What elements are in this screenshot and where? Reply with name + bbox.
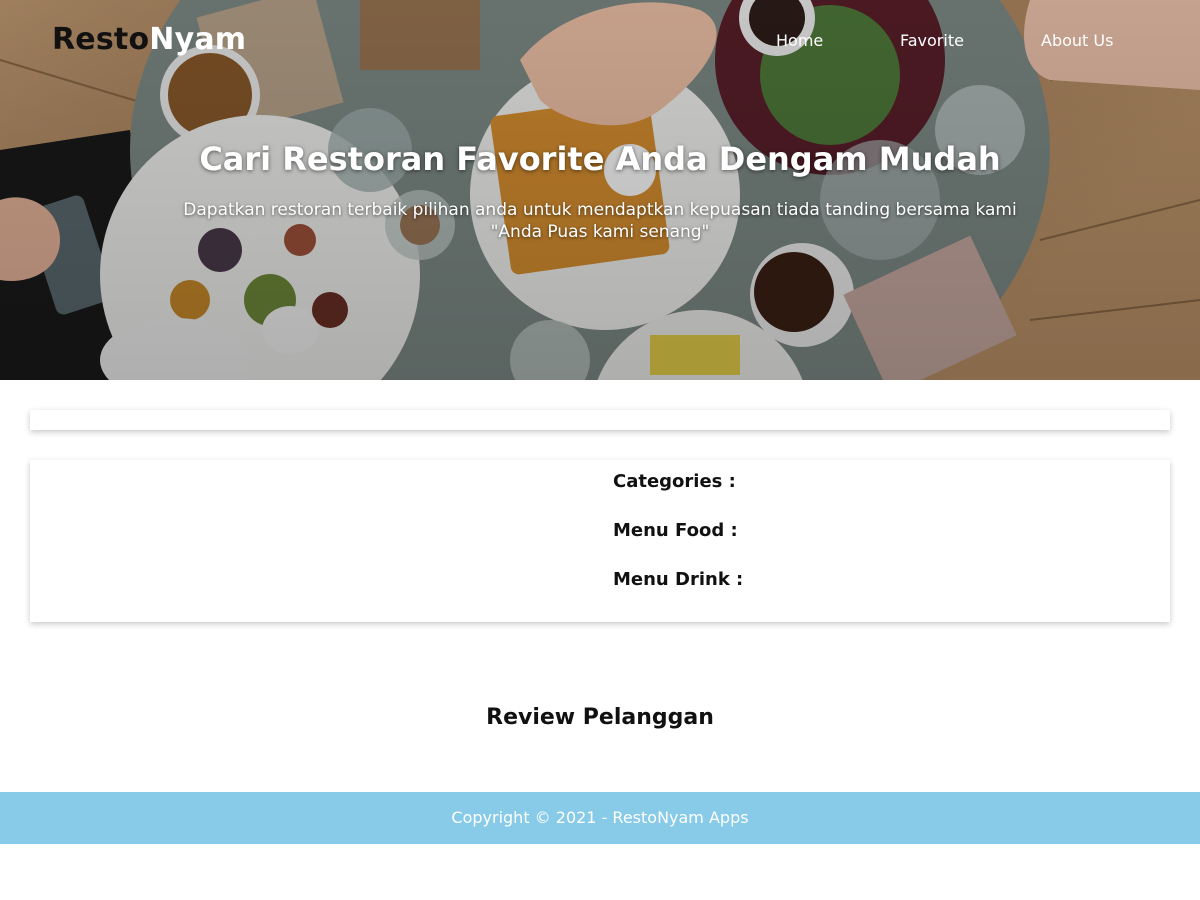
hero-banner: RestoNyam Home Favorite About Us Cari Re…	[0, 0, 1200, 380]
copyright-text: Copyright © 2021 - RestoNyam Apps	[451, 808, 749, 827]
top-navbar: RestoNyam Home Favorite About Us	[0, 0, 1200, 80]
hero-subtitle-line-2: "Anda Puas kami senang"	[490, 222, 710, 242]
logo-part-nyam: Nyam	[149, 22, 247, 57]
nav-link-home[interactable]: Home	[776, 31, 823, 51]
restaurant-detail-card: Categories : Menu Food : Menu Drink :	[30, 460, 1170, 622]
menu-drink-label: Menu Drink :	[613, 569, 744, 590]
hero-subtitle-line-1: Dapatkan restoran terbaik pilihan anda u…	[183, 200, 1017, 220]
menu-food-label: Menu Food :	[613, 520, 738, 541]
review-section-title: Review Pelanggan	[486, 705, 714, 730]
page-footer: Copyright © 2021 - RestoNyam Apps	[0, 792, 1200, 844]
restaurant-header-card	[30, 410, 1170, 430]
site-logo[interactable]: RestoNyam	[52, 22, 246, 58]
hero-title: Cari Restoran Favorite Anda Dengam Mudah	[199, 140, 1001, 178]
categories-label: Categories :	[613, 471, 736, 492]
logo-part-resto: Resto	[52, 22, 150, 57]
hero-subtitle: Dapatkan restoran terbaik pilihan anda u…	[0, 199, 1200, 243]
nav-link-favorite[interactable]: Favorite	[900, 31, 964, 51]
nav-link-about-us[interactable]: About Us	[1041, 31, 1113, 51]
